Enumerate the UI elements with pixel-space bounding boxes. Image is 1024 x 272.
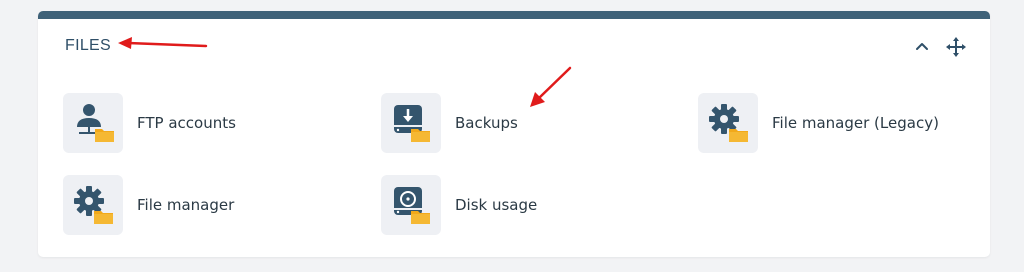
- annotation-arrows: [118, 37, 572, 107]
- arrow-to-files-title: [118, 37, 208, 49]
- arrow-to-backups: [530, 66, 572, 107]
